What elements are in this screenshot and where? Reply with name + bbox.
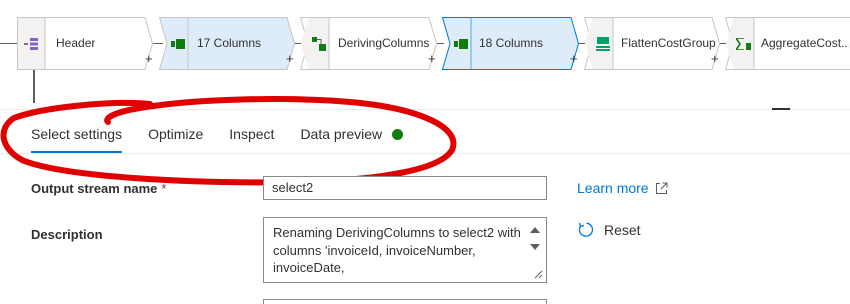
- learn-more-link[interactable]: Learn more: [577, 180, 668, 196]
- add-transform-button[interactable]: +: [145, 52, 153, 65]
- resize-grip-icon[interactable]: [534, 270, 543, 279]
- learn-more-text: Learn more: [577, 180, 649, 196]
- flow-node-label: 18 Columns: [479, 36, 544, 50]
- scroll-down-icon[interactable]: [530, 244, 540, 250]
- external-link-icon: [655, 182, 668, 194]
- dataflow-canvas: Header + 17 Columns + DerivingColumns + …: [0, 0, 850, 103]
- description-textarea[interactable]: Renaming DerivingColumns to select2 with…: [263, 217, 547, 283]
- connector-line: [0, 43, 17, 44]
- flow-node-flattencostgroup[interactable]: FlattenCostGroup: [584, 17, 720, 70]
- flatten-icon: [592, 17, 613, 70]
- source-header-icon: [17, 17, 45, 70]
- reset-button[interactable]: Reset: [577, 221, 641, 238]
- flow-node-label: DerivingColumns: [338, 36, 430, 50]
- output-stream-name-label-text: Output stream name: [31, 181, 158, 196]
- reset-icon: [578, 222, 594, 237]
- required-marker: *: [161, 181, 167, 196]
- add-transform-button[interactable]: +: [286, 52, 294, 65]
- output-stream-name-value: select2: [272, 180, 314, 195]
- scroll-up-icon[interactable]: [530, 227, 540, 233]
- add-transform-button[interactable]: +: [711, 52, 719, 65]
- columns-icon: [450, 17, 471, 70]
- panel-resize-handle[interactable]: [772, 108, 790, 110]
- derived-column-icon: [308, 17, 329, 70]
- flow-node-17-columns[interactable]: 17 Columns: [159, 17, 295, 70]
- add-transform-button[interactable]: +: [428, 52, 436, 65]
- description-value: Renaming DerivingColumns to select2 with…: [273, 225, 521, 275]
- output-stream-name-label: Output stream name *: [31, 181, 166, 196]
- output-stream-name-input[interactable]: select2: [263, 176, 547, 200]
- aggregate-icon: [733, 17, 754, 70]
- columns-icon: [167, 17, 188, 70]
- flow-node-label: 17 Columns: [197, 36, 262, 50]
- flow-node-derivingcolumns[interactable]: DerivingColumns: [300, 17, 437, 70]
- flow-node-aggregatecost[interactable]: AggregateCost...: [725, 17, 850, 70]
- red-annotation-scribble: [0, 96, 457, 186]
- flow-node-label: FlattenCostGroup: [621, 36, 716, 50]
- description-label: Description: [31, 227, 103, 242]
- flow-node-label: AggregateCost...: [761, 36, 849, 50]
- reset-label: Reset: [604, 221, 641, 238]
- flow-node-18-columns[interactable]: 18 Columns: [442, 17, 579, 70]
- next-field-input[interactable]: [263, 299, 547, 304]
- flow-node-header[interactable]: Header: [17, 17, 153, 70]
- add-transform-button[interactable]: +: [570, 52, 578, 65]
- flow-node-label: Header: [56, 36, 96, 50]
